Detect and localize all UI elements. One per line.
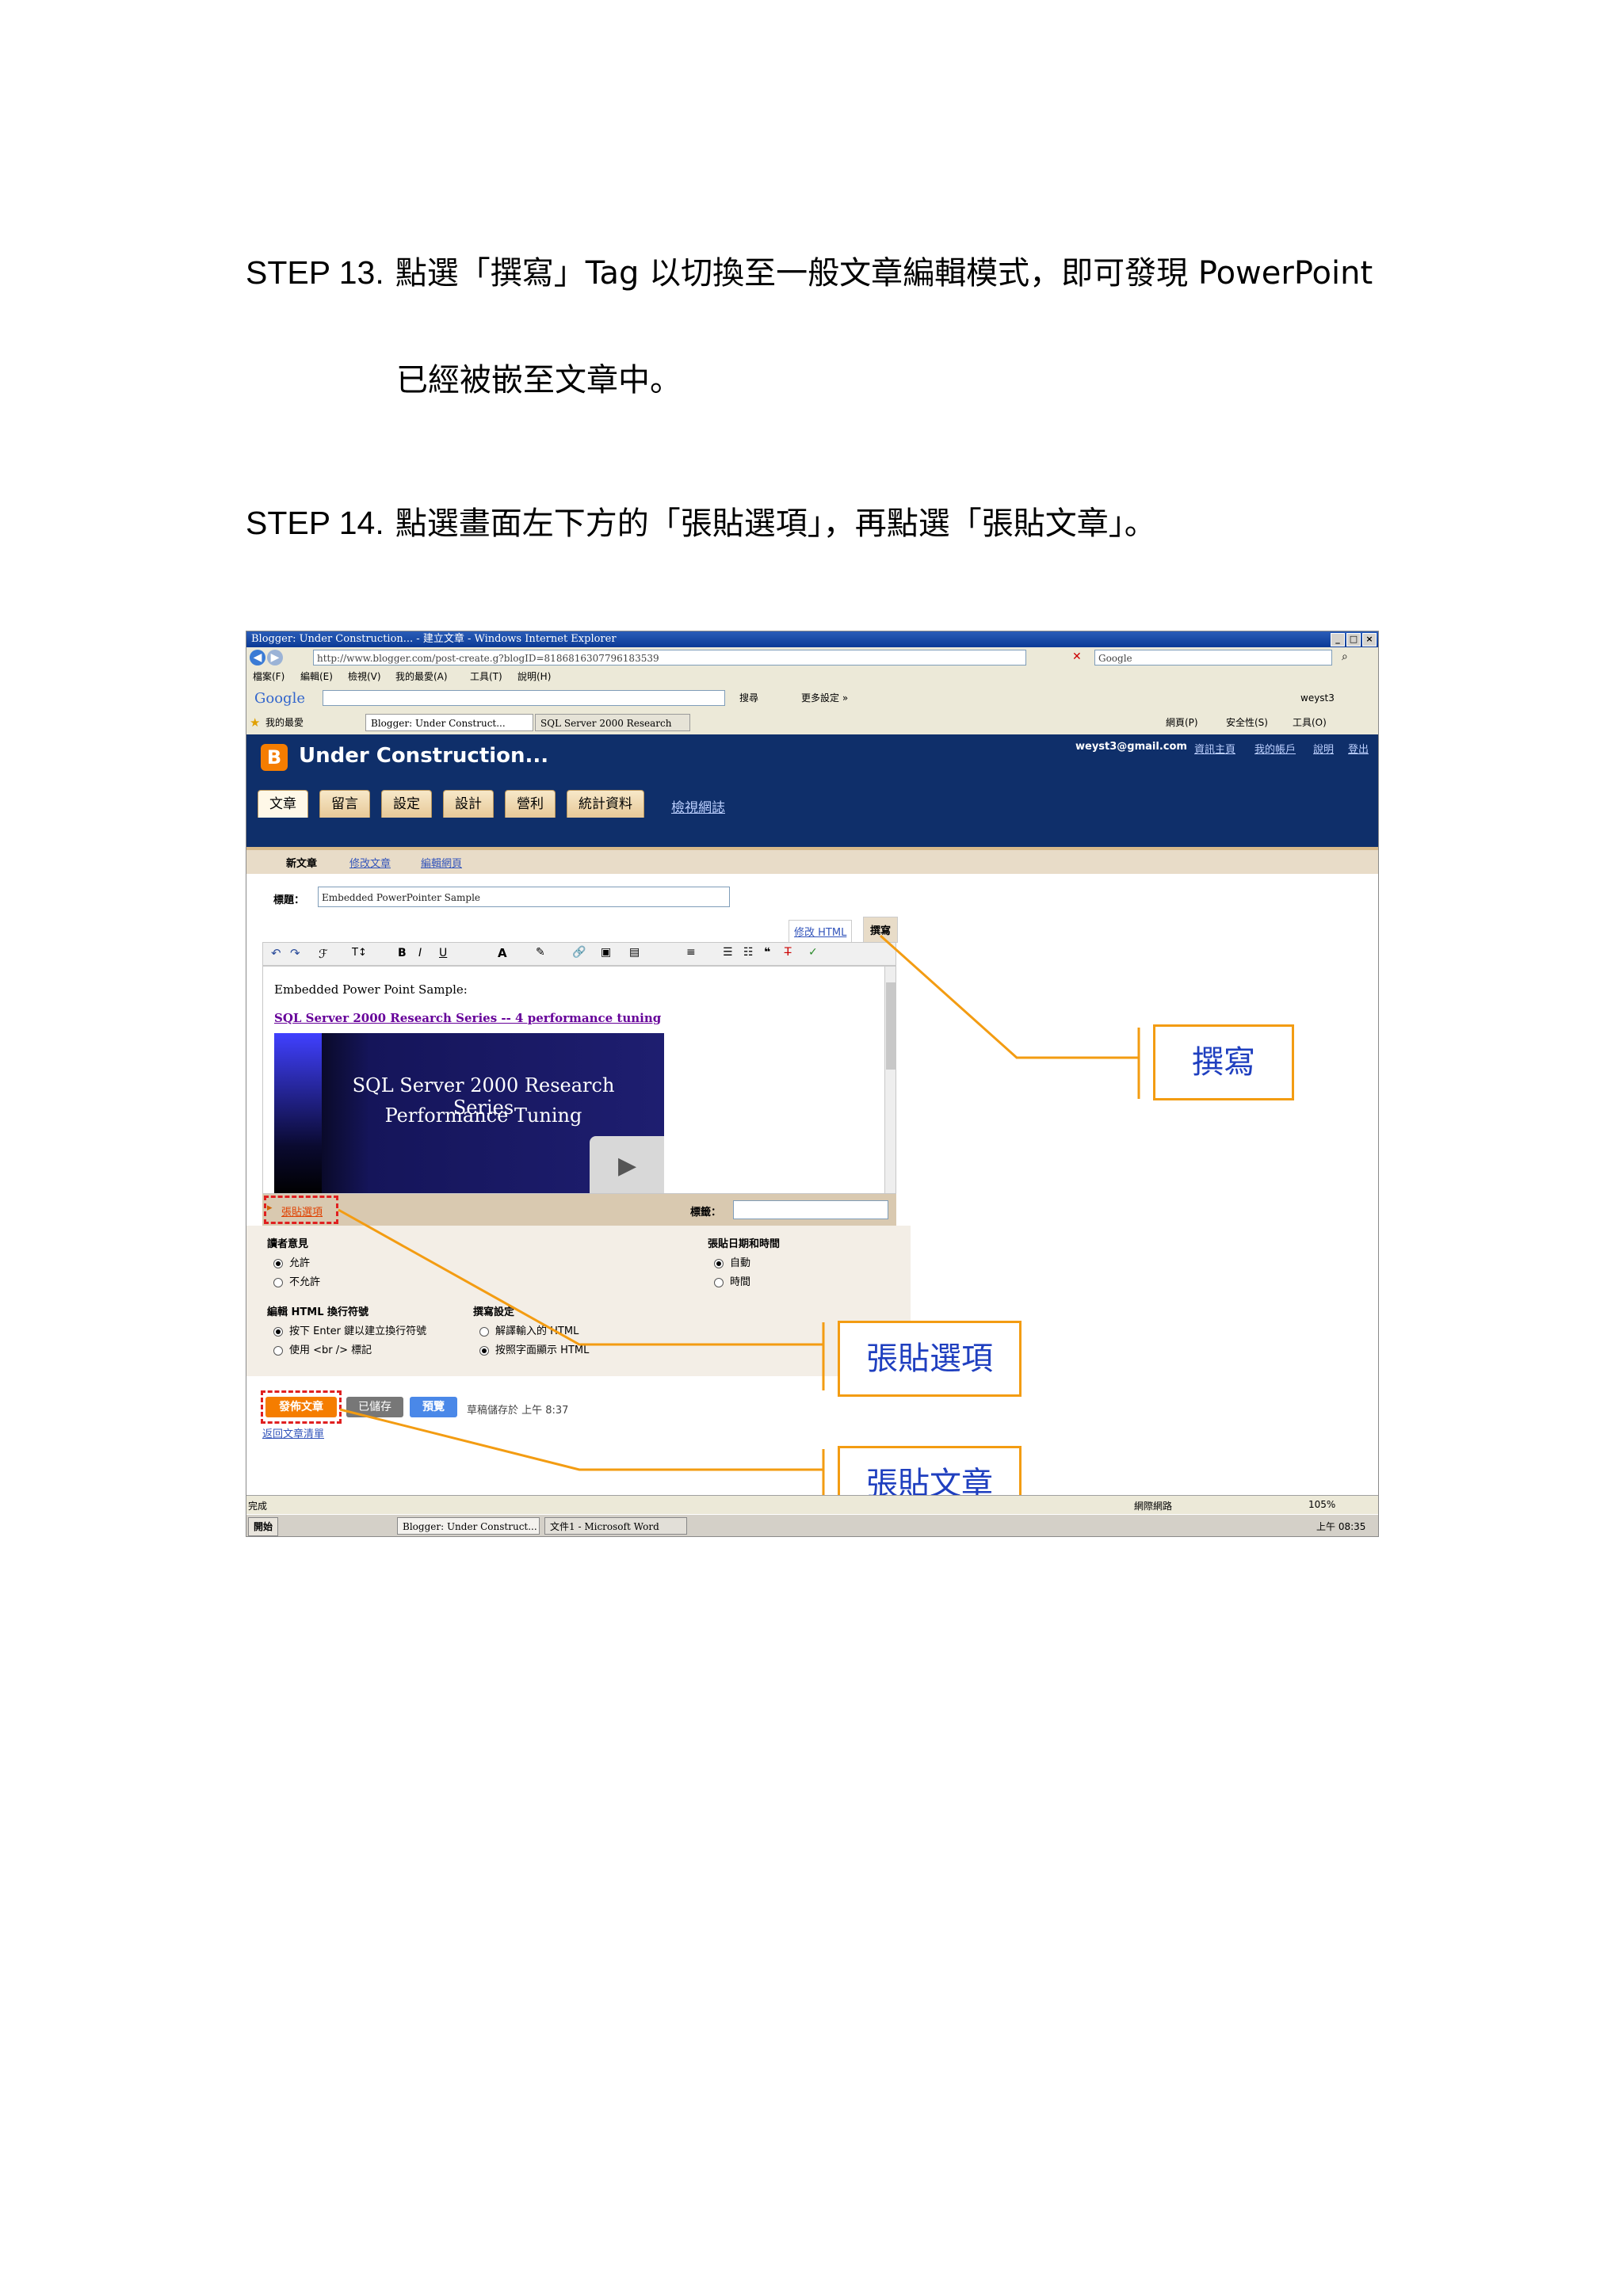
step13-label: STEP 13. [246,254,384,291]
callout-connectors [338,934,1140,1516]
browser-screenshot: Blogger: Under Construction... - 建立文章 - … [246,631,1379,1537]
start-button[interactable]: 開始 [248,1517,279,1536]
zoom-level[interactable]: 105% [1308,1499,1335,1510]
zone-text: 網際網路 [1134,1501,1173,1512]
connector-compose [879,934,1139,1059]
step13-continuation: 已經被嵌至文章中。 [396,362,682,399]
connector-post-options [338,1208,823,1346]
taskbar-clock: 上午 08:35 [1316,1521,1366,1532]
step14-label: STEP 14. [246,505,384,541]
taskbar: 開始 Blogger: Under Construct... 文件1 - Mic… [246,1514,1378,1536]
step14-text: 點選畫面左下方的「張貼選項」，再點選「張貼文章」。 [395,505,1156,542]
step14-line: STEP 14. 點選畫面左下方的「張貼選項」，再點選「張貼文章」。 [246,504,1156,543]
status-text: 完成 [248,1501,268,1512]
step13-line: STEP 13. 點選「撰寫」Tag 以切換至一般文章編輯模式，即可發現 Powe… [246,254,1373,292]
step13-text: 點選「撰寫」Tag 以切換至一般文章編輯模式，即可發現 PowerPoint [395,255,1373,292]
taskbar-item-browser[interactable]: Blogger: Under Construct... [397,1517,540,1535]
status-bar: 完成 網際網路 105% [246,1495,1378,1515]
taskbar-item-word[interactable]: 文件1 - Microsoft Word [544,1517,687,1535]
connector-publish [339,1408,823,1471]
